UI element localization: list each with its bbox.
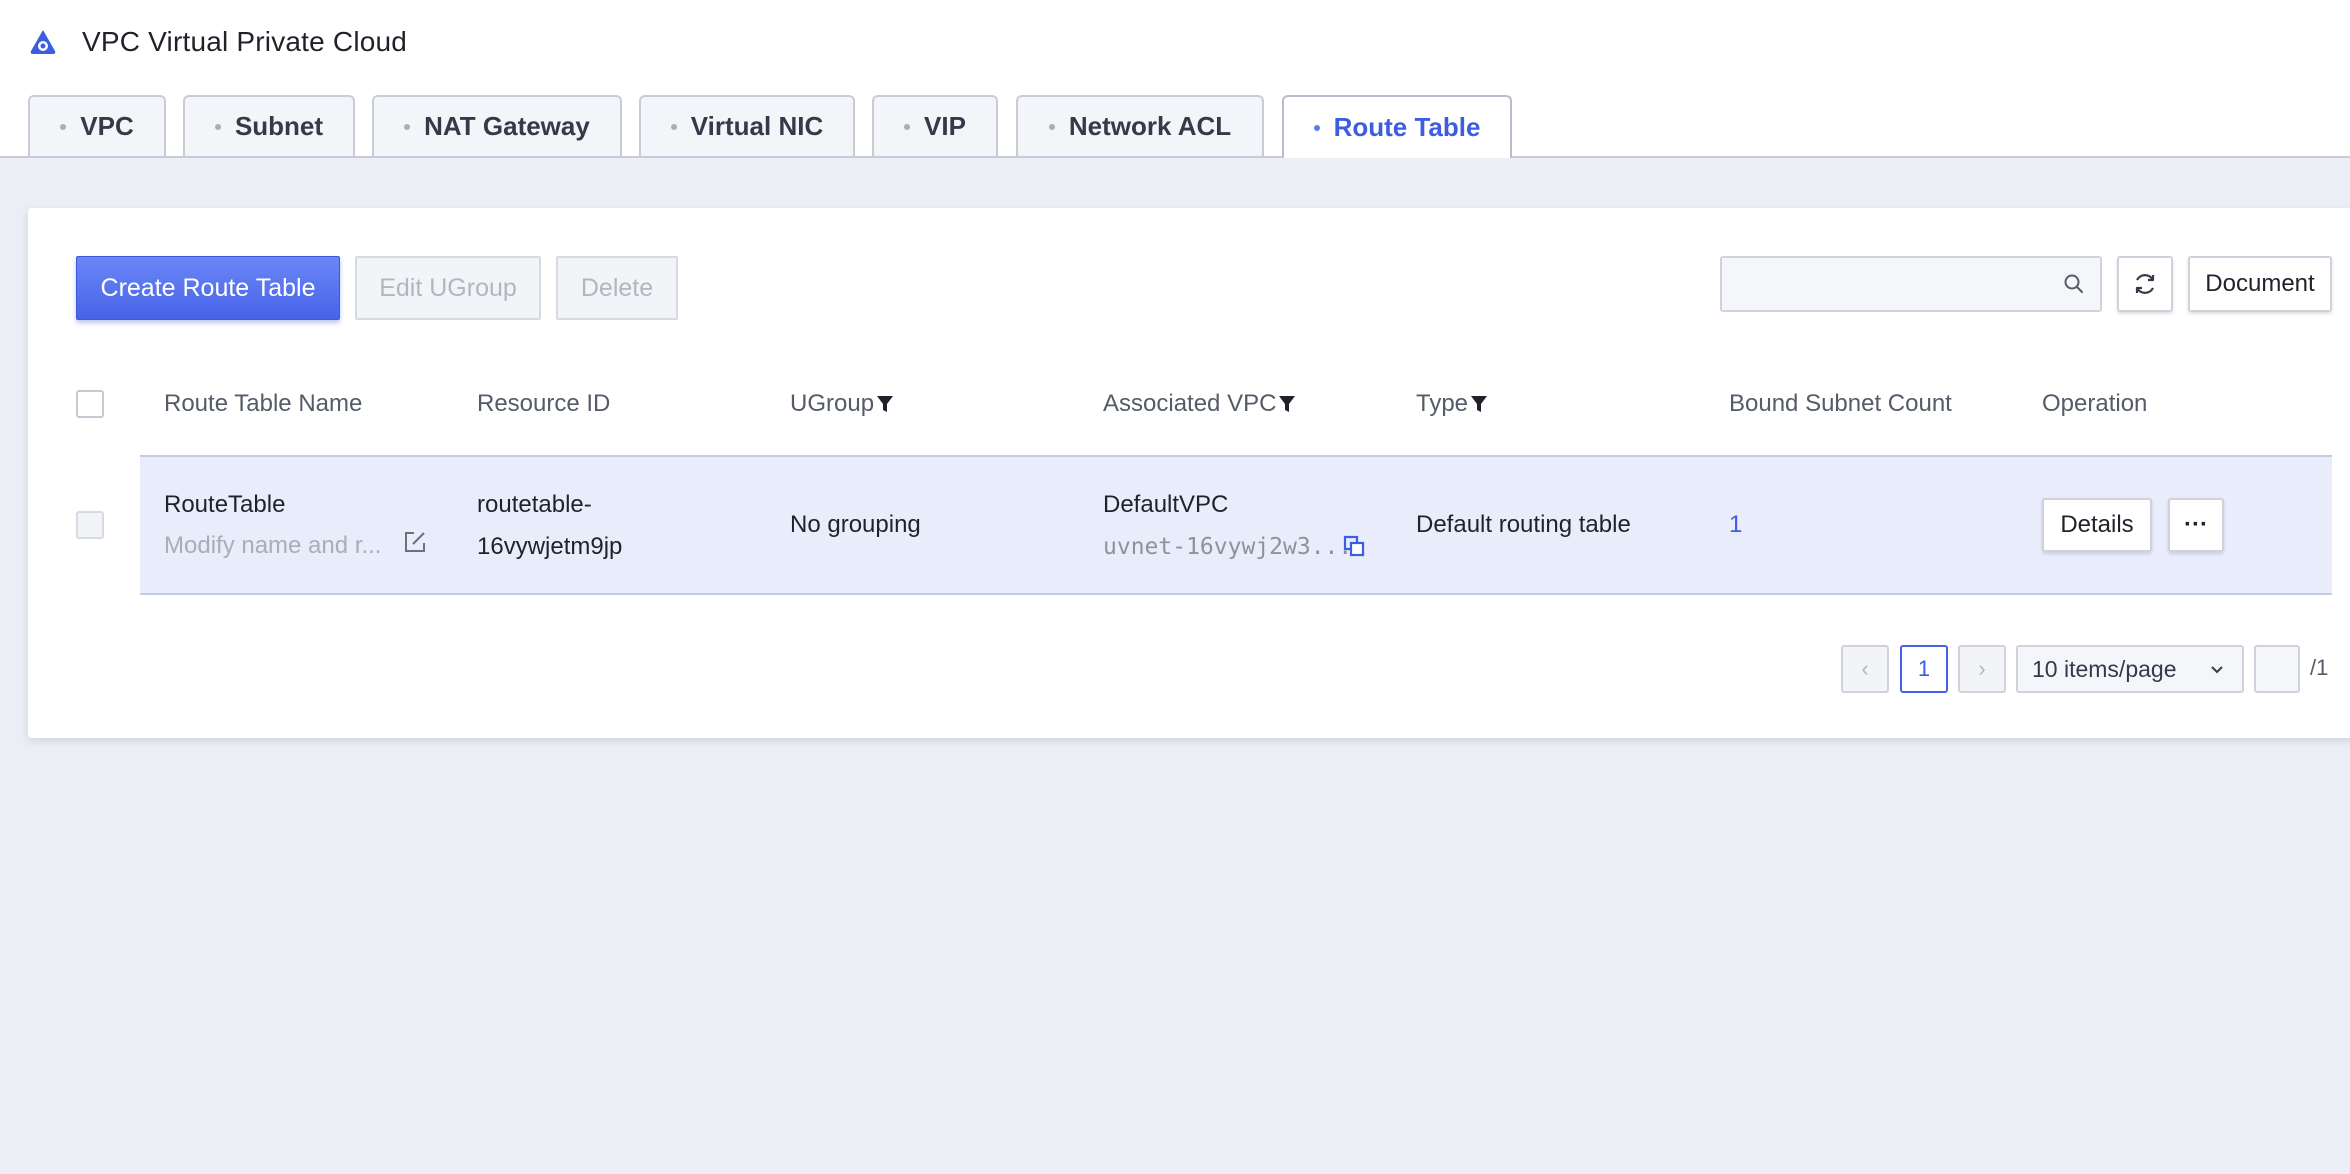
prev-page-button[interactable]: ‹ xyxy=(1841,645,1889,693)
name-hint: Modify name and r... xyxy=(164,532,382,559)
tab-nat-gateway[interactable]: NAT Gateway xyxy=(372,95,622,156)
column-header-bound-subnet-count: Bound Subnet Count xyxy=(1729,390,1952,417)
page-size-select[interactable]: 10 items/page xyxy=(2016,645,2244,693)
vpc-name: DefaultVPC xyxy=(1103,491,1229,518)
search-input[interactable] xyxy=(1722,258,2042,310)
tab-network-acl[interactable]: Network ACL xyxy=(1016,95,1264,156)
search-icon[interactable] xyxy=(2062,272,2086,296)
edit-ugroup-button[interactable]: Edit UGroup xyxy=(355,256,541,320)
ugroup-value: No grouping xyxy=(790,511,921,538)
column-header-type: Type xyxy=(1416,390,1488,418)
tab-dot-icon xyxy=(60,123,67,130)
type-value: Default routing table xyxy=(1416,511,1631,538)
refresh-icon xyxy=(2135,274,2155,294)
column-header-resource-id: Resource ID xyxy=(477,390,611,417)
more-actions-button[interactable]: ··· xyxy=(2168,498,2224,552)
tab-dot-icon xyxy=(1313,124,1320,131)
page-title: VPC Virtual Private Cloud xyxy=(82,26,408,57)
column-header-operation: Operation xyxy=(2042,390,2148,417)
search-box xyxy=(1720,256,2102,312)
details-button[interactable]: Details xyxy=(2042,498,2152,552)
app-title-bar: VPC Virtual Private Cloud xyxy=(28,26,407,58)
tab-label: VIP xyxy=(924,111,966,141)
resource-id-line1: routetable- xyxy=(477,491,592,518)
tab-dot-icon xyxy=(214,123,221,130)
tab-dot-icon xyxy=(404,123,411,130)
vpc-id: uvnet-16vywj2w3... xyxy=(1103,534,1353,560)
page-size-label: 10 items/page xyxy=(2032,655,2177,682)
page-jump-input[interactable] xyxy=(2254,645,2300,693)
tab-vip[interactable]: VIP xyxy=(872,95,998,156)
table-row xyxy=(140,455,2332,595)
tab-vpc[interactable]: VPC xyxy=(28,95,166,156)
resource-id-line2: 16vywjetm9jp xyxy=(477,533,623,560)
tab-label: Route Table xyxy=(1333,112,1481,142)
column-header-associated-vpc: Associated VPC xyxy=(1103,390,1296,418)
column-header-ugroup: UGroup xyxy=(790,390,894,418)
route-table-name: RouteTable xyxy=(164,491,286,518)
filter-icon[interactable] xyxy=(1470,393,1488,415)
select-all-checkbox[interactable] xyxy=(76,390,104,418)
tab-label: Network ACL xyxy=(1068,111,1232,141)
document-button[interactable]: Document xyxy=(2188,256,2332,312)
copy-icon[interactable] xyxy=(1342,534,1366,558)
edit-icon[interactable] xyxy=(403,530,427,554)
current-page[interactable]: 1 xyxy=(1900,645,1948,693)
tab-subnet[interactable]: Subnet xyxy=(183,95,355,156)
tab-dot-icon xyxy=(1048,123,1055,130)
page-total: /1 xyxy=(2310,655,2329,680)
top-header: VPC Virtual Private Cloud VPC Subnet NAT… xyxy=(0,0,2350,158)
filter-icon[interactable] xyxy=(876,393,894,415)
tab-label: Subnet xyxy=(234,111,324,141)
subnet-count-link[interactable]: 1 xyxy=(1729,504,1742,546)
tab-dot-icon xyxy=(904,123,911,130)
route-table-panel: Create Route Table Edit UGroup Delete Do… xyxy=(28,208,2350,738)
create-route-table-button[interactable]: Create Route Table xyxy=(76,256,340,320)
tab-dot-icon xyxy=(670,123,677,130)
row-checkbox[interactable] xyxy=(76,511,104,539)
filter-icon[interactable] xyxy=(1278,393,1296,415)
tab-label: NAT Gateway xyxy=(424,111,590,141)
tab-route-table[interactable]: Route Table xyxy=(1282,95,1512,158)
tab-virtual-nic[interactable]: Virtual NIC xyxy=(639,95,855,156)
chevron-down-icon xyxy=(2211,666,2223,674)
refresh-button[interactable] xyxy=(2117,256,2173,312)
tab-label: VPC xyxy=(80,111,134,141)
delete-button[interactable]: Delete xyxy=(556,256,678,320)
next-page-button[interactable]: › xyxy=(1958,645,2006,693)
column-header-name: Route Table Name xyxy=(164,390,363,417)
tab-label: Virtual NIC xyxy=(690,111,824,141)
cloud-logo-icon xyxy=(30,30,56,54)
